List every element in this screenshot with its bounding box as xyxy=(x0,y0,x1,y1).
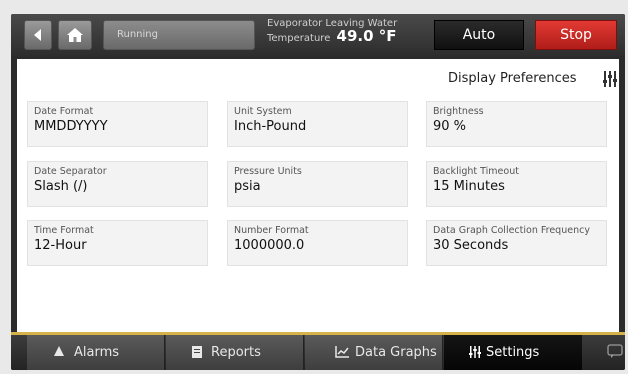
setting-date-format[interactable]: Date Format MMDDYYYY xyxy=(27,101,208,147)
setting-label: Date Format xyxy=(34,106,94,117)
auto-button[interactable]: Auto xyxy=(434,20,524,50)
setting-value: 1000000.0 xyxy=(234,238,305,253)
setting-label: Backlight Timeout xyxy=(433,166,519,177)
device-screen: Running Evaporator Leaving Water Tempera… xyxy=(11,14,625,370)
graph-icon xyxy=(335,346,349,358)
setting-label: Unit System xyxy=(234,106,292,117)
tab-label: Data Graphs xyxy=(355,345,437,360)
sliders-icon[interactable] xyxy=(603,71,617,87)
setting-backlight-timeout[interactable]: Backlight Timeout 15 Minutes xyxy=(426,161,607,207)
setting-pressure-units[interactable]: Pressure Units psia xyxy=(227,161,408,207)
report-icon xyxy=(192,346,202,358)
tab-alarms[interactable]: Alarms xyxy=(27,335,165,370)
tab-data-graphs[interactable]: Data Graphs xyxy=(305,335,443,370)
setting-value: MMDDYYYY xyxy=(34,119,108,134)
evap-temp-value: 49.0 °F xyxy=(336,27,397,45)
back-button[interactable] xyxy=(24,20,52,50)
setting-value: 30 Seconds xyxy=(433,238,509,253)
status-indicator: Running xyxy=(103,20,255,50)
bottom-nav: Alarms Reports Data Graphs Settings xyxy=(11,335,625,370)
tab-label: Settings xyxy=(486,345,540,360)
alarm-icon xyxy=(54,346,64,356)
main-content: Display Preferences Date Format MMDDYYYY… xyxy=(17,59,619,334)
setting-label: Number Format xyxy=(234,225,309,236)
setting-unit-system[interactable]: Unit System Inch-Pound xyxy=(227,101,408,147)
tab-reports[interactable]: Reports xyxy=(166,335,304,370)
settings-icon xyxy=(469,346,481,358)
setting-value: 90 % xyxy=(433,119,467,134)
stop-button[interactable]: Stop xyxy=(535,20,617,50)
setting-data-graph-frequency[interactable]: Data Graph Collection Frequency 30 Secon… xyxy=(426,220,607,266)
setting-label: Time Format xyxy=(34,225,94,236)
evaporator-temp-readout: Evaporator Leaving Water Temperature 49.… xyxy=(267,17,427,53)
setting-number-format[interactable]: Number Format 1000000.0 xyxy=(227,220,408,266)
setting-value: 12-Hour xyxy=(34,238,87,253)
setting-value: Inch-Pound xyxy=(234,119,307,134)
home-icon xyxy=(67,28,83,42)
setting-label: Brightness xyxy=(433,106,484,117)
device-bezel xyxy=(0,0,628,14)
setting-time-format[interactable]: Time Format 12-Hour xyxy=(27,220,208,266)
home-button[interactable] xyxy=(58,20,92,50)
back-arrow-icon xyxy=(34,29,41,41)
page-title: Display Preferences xyxy=(448,71,577,86)
setting-value: Slash (/) xyxy=(34,179,88,194)
header-bar: Running Evaporator Leaving Water Tempera… xyxy=(11,14,625,56)
setting-value: 15 Minutes xyxy=(433,179,505,194)
setting-label: Date Separator xyxy=(34,166,107,177)
setting-label: Data Graph Collection Frequency xyxy=(433,225,590,236)
setting-value: psia xyxy=(234,179,261,194)
evap-label-line2: Temperature xyxy=(267,33,331,44)
setting-date-separator[interactable]: Date Separator Slash (/) xyxy=(27,161,208,207)
setting-brightness[interactable]: Brightness 90 % xyxy=(426,101,607,147)
message-icon[interactable] xyxy=(607,344,623,359)
tab-settings[interactable]: Settings xyxy=(444,335,582,370)
setting-label: Pressure Units xyxy=(234,166,302,177)
tab-label: Reports xyxy=(211,345,261,360)
tab-label: Alarms xyxy=(74,345,120,360)
